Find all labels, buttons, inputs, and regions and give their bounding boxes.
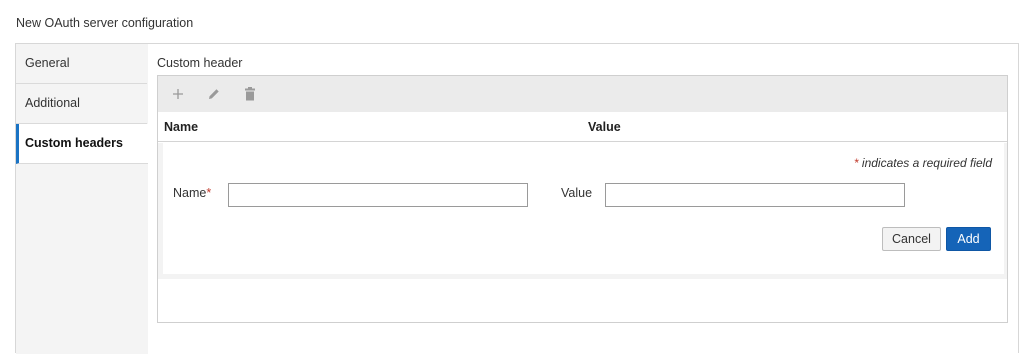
name-label-text: Name xyxy=(173,186,207,200)
required-field-note: * indicates a required field xyxy=(854,156,992,170)
page-title: New OAuth server configuration xyxy=(16,16,194,30)
nav-item-label: General xyxy=(25,56,70,70)
value-input[interactable] xyxy=(605,183,905,207)
column-header-name: Name xyxy=(164,120,199,134)
name-input[interactable] xyxy=(228,183,528,207)
value-label-text: Value xyxy=(561,186,593,200)
nav-item-general[interactable]: General xyxy=(16,44,147,84)
cancel-button-label: Cancel xyxy=(892,232,931,246)
required-note-text: indicates a required field xyxy=(861,156,992,170)
add-button-label: Add xyxy=(957,232,980,246)
config-frame: General Additional Custom headers Custom… xyxy=(15,43,1019,354)
nav-item-additional[interactable]: Additional xyxy=(16,84,147,124)
nav-item-custom-headers[interactable]: Custom headers xyxy=(16,124,148,164)
add-icon[interactable] xyxy=(169,85,187,103)
custom-header-table: Name Value * indicates a required field … xyxy=(157,75,1008,323)
table-toolbar xyxy=(158,76,1007,112)
required-marker: * xyxy=(206,186,212,200)
nav-item-label: Custom headers xyxy=(25,136,123,150)
edit-icon[interactable] xyxy=(205,85,223,103)
delete-icon[interactable] xyxy=(241,85,259,103)
table-header-row: Name Value xyxy=(158,112,1007,142)
section-label: Custom header xyxy=(157,56,243,70)
nav-item-label: Additional xyxy=(25,96,80,110)
edit-row-form: * indicates a required field Name* Value… xyxy=(163,143,1004,274)
cancel-button[interactable]: Cancel xyxy=(882,227,941,251)
value-field-label: Value xyxy=(561,186,592,200)
left-nav: General Additional Custom headers xyxy=(16,44,148,354)
add-button[interactable]: Add xyxy=(946,227,991,251)
edit-row-panel: * indicates a required field Name* Value… xyxy=(158,143,1007,279)
name-field-label: Name* xyxy=(173,186,211,200)
column-header-value: Value xyxy=(588,120,621,134)
required-marker: * xyxy=(853,156,859,170)
